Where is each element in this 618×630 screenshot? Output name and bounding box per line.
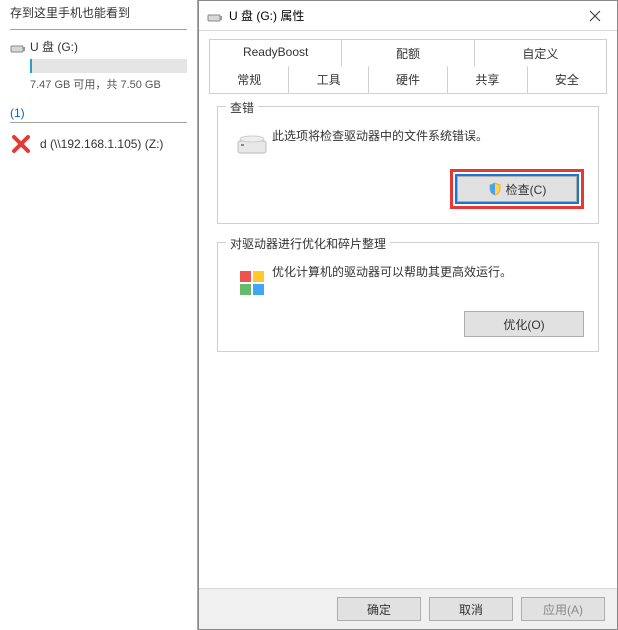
tab-hardware[interactable]: 硬件	[369, 66, 448, 94]
drive-icon	[236, 131, 268, 157]
divider	[10, 122, 187, 123]
storage-meter	[30, 59, 187, 73]
close-icon	[589, 10, 601, 22]
usb-drive-icon	[207, 9, 223, 25]
check-button[interactable]: 检查(C)	[457, 176, 577, 202]
tab-quota[interactable]: 配额	[342, 39, 474, 67]
network-drive-row[interactable]: d (\\192.168.1.105) (Z:)	[10, 133, 187, 155]
drive-name: U 盘 (G:)	[30, 38, 187, 55]
optimize-group: 对驱动器进行优化和碎片整理 优化计算机的驱动器可以帮助其更高效运行。 优化(O)	[217, 242, 599, 352]
cancel-button[interactable]: 取消	[429, 597, 513, 621]
tab-security[interactable]: 安全	[528, 66, 607, 94]
properties-dialog: U 盘 (G:) 属性 ReadyBoost 配额 自定义 常规 工具 硬件 共…	[198, 0, 618, 630]
dialog-titlebar: U 盘 (G:) 属性	[199, 1, 617, 31]
check-button-label: 检查(C)	[506, 181, 547, 198]
tab-tools[interactable]: 工具	[289, 66, 368, 94]
dialog-title: U 盘 (G:) 属性	[229, 7, 572, 24]
local-drive-row[interactable]: U 盘 (G:) 7.47 GB 可用，共 7.50 GB	[10, 38, 187, 92]
close-button[interactable]	[572, 1, 617, 30]
shield-icon	[488, 182, 502, 196]
tab-customize[interactable]: 自定义	[475, 39, 607, 67]
check-error-group: 查错 此选项将检查驱动器中的文件系统错误。	[217, 106, 599, 224]
tab-sharing[interactable]: 共享	[448, 66, 527, 94]
optimize-button-label: 优化(O)	[503, 316, 544, 333]
highlight-annotation: 检查(C)	[450, 169, 584, 209]
dialog-footer: 确定 取消 应用(A)	[199, 588, 617, 629]
tab-strip: ReadyBoost 配额 自定义 常规 工具 硬件 共享 安全	[199, 31, 617, 94]
divider	[10, 29, 187, 30]
partial-heading: 存到这里手机也能看到	[10, 0, 187, 27]
optimize-button[interactable]: 优化(O)	[464, 311, 584, 337]
check-error-text: 此选项将检查驱动器中的文件系统错误。	[272, 127, 584, 145]
error-x-icon	[10, 133, 32, 155]
tab-general[interactable]: 常规	[209, 66, 289, 94]
optimize-text: 优化计算机的驱动器可以帮助其更高效运行。	[272, 263, 584, 281]
group-title: 查错	[226, 99, 258, 116]
drive-sub: 7.47 GB 可用，共 7.50 GB	[30, 76, 187, 92]
ok-button[interactable]: 确定	[337, 597, 421, 621]
defrag-icon	[236, 267, 268, 299]
group-title: 对驱动器进行优化和碎片整理	[226, 235, 390, 252]
network-location-header: (1)	[10, 106, 187, 120]
tab-readyboost[interactable]: ReadyBoost	[209, 39, 342, 67]
apply-button[interactable]: 应用(A)	[521, 597, 605, 621]
network-drive-label: d (\\192.168.1.105) (Z:)	[40, 137, 163, 151]
usb-drive-icon	[10, 40, 26, 56]
